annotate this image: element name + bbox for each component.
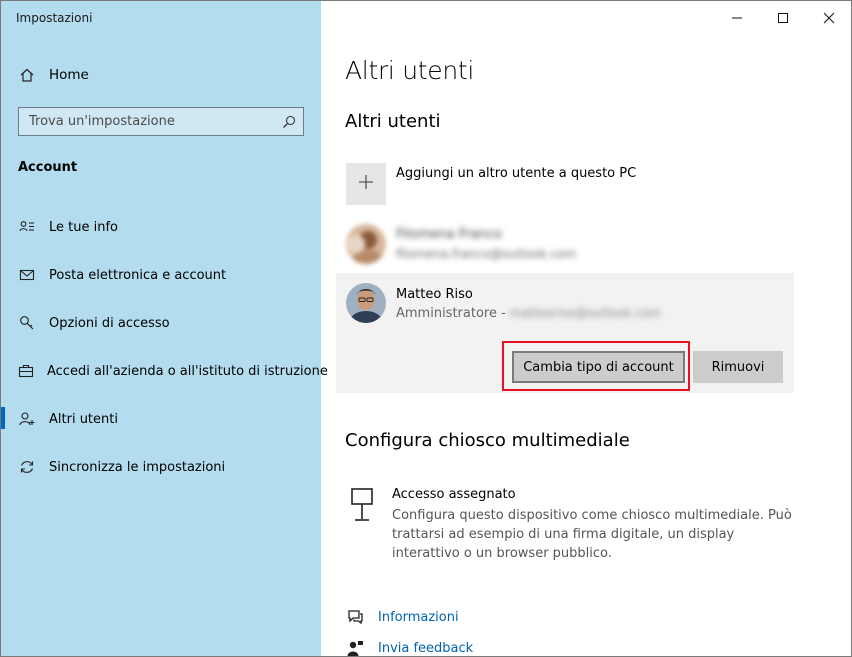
sidebar-item-sign-in-options[interactable]: Opzioni di accesso (1, 303, 321, 343)
feedback-link-label[interactable]: Invia feedback (378, 641, 473, 656)
user-role-text: Amministratore - (396, 306, 506, 321)
sidebar-item-sync-settings[interactable]: Sincronizza le impostazioni (1, 447, 321, 487)
chat-help-icon (345, 607, 365, 627)
user-role: Amministratore - matteoriso@outlook.com (396, 306, 661, 321)
sidebar-item-label: Le tue info (49, 219, 118, 235)
mail-icon (18, 266, 36, 284)
assigned-access-title: Accesso assegnato (392, 487, 516, 502)
sync-icon (18, 458, 36, 476)
briefcase-icon (18, 362, 34, 380)
sidebar-item-label: Accedi all'azienda o all'istituto di ist… (47, 363, 328, 379)
user-name: Matteo Riso (396, 287, 473, 302)
kiosk-section-title: Configura chiosco multimediale (345, 430, 630, 451)
kiosk-icon (350, 487, 376, 523)
settings-window: Impostazioni Home Account Le tue info P (0, 0, 852, 657)
key-icon (18, 314, 36, 332)
user-item-selected[interactable]: Matteo Riso Amministratore - matteoriso@o… (336, 273, 794, 393)
close-icon (823, 9, 835, 28)
user-item[interactable]: Filomena Franco filomena.franco@outlook.… (345, 221, 785, 269)
minimize-icon (731, 9, 743, 28)
sidebar-item-label: Altri utenti (49, 411, 118, 427)
add-user-tile[interactable] (346, 163, 386, 205)
plus-icon (357, 173, 375, 195)
search-icon[interactable] (275, 108, 303, 135)
sidebar-item-email-accounts[interactable]: Posta elettronica e account (1, 255, 321, 295)
search-input[interactable] (19, 108, 275, 135)
sidebar-item-other-users[interactable]: Altri utenti (1, 399, 321, 439)
maximize-button[interactable] (760, 1, 806, 35)
user-email: matteoriso@outlook.com (509, 306, 661, 320)
search-box[interactable] (18, 107, 304, 136)
sidebar-item-work-school[interactable]: Accedi all'azienda o all'istituto di ist… (1, 351, 328, 391)
sidebar-item-label: Sincronizza le impostazioni (49, 459, 226, 475)
assigned-access-description: Configura questo dispositivo come chiosc… (392, 508, 792, 561)
user-name: Filomena Franco (396, 227, 502, 242)
sidebar-item-label: Home (49, 67, 89, 83)
info-link-label[interactable]: Informazioni (378, 610, 459, 625)
close-button[interactable] (806, 1, 851, 35)
add-user-label: Aggiungi un altro utente a questo PC (396, 166, 637, 181)
avatar (346, 224, 386, 264)
change-account-type-button[interactable]: Cambia tipo di account (512, 351, 685, 383)
feedback-link[interactable]: Invia feedback (345, 637, 645, 656)
add-user-button[interactable]: Aggiungi un altro utente a questo PC (345, 163, 785, 205)
app-title: Impostazioni (16, 11, 93, 25)
sidebar-item-label: Posta elettronica e account (49, 267, 227, 283)
remove-button[interactable]: Rimuovi (693, 351, 783, 383)
section-title: Altri utenti (345, 111, 441, 132)
maximize-icon (777, 9, 789, 28)
user-email: filomena.franco@outlook.com (396, 247, 577, 261)
contact-info-icon (18, 218, 36, 236)
page-title: Altri utenti (345, 56, 475, 85)
feedback-icon (345, 638, 365, 656)
home-icon (18, 66, 36, 84)
add-person-icon (18, 410, 36, 428)
info-link[interactable]: Informazioni (345, 606, 645, 628)
avatar (346, 283, 386, 323)
sidebar-item-home[interactable]: Home (1, 55, 321, 95)
minimize-button[interactable] (714, 1, 760, 35)
assigned-access-item[interactable]: Accesso assegnato Configura questo dispo… (345, 485, 795, 565)
sidebar-item-label: Opzioni di accesso (49, 315, 170, 331)
sidebar-item-your-info[interactable]: Le tue info (1, 207, 321, 247)
sidebar-section-label: Account (18, 160, 78, 175)
sidebar: Impostazioni Home Account Le tue info P (1, 1, 328, 656)
